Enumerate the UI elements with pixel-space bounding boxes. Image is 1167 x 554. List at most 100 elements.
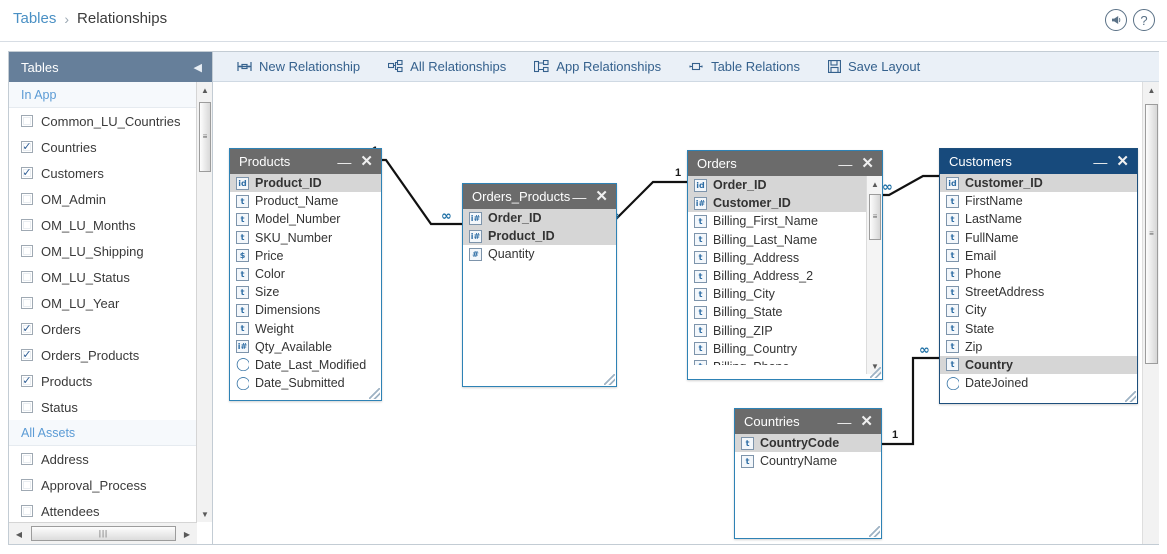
checkbox[interactable]: ✓ — [21, 141, 33, 153]
field-row[interactable]: t Zip — [940, 338, 1137, 356]
sidebar-item-approval-process[interactable]: Approval_Process — [9, 472, 197, 498]
field-row[interactable]: t Country — [940, 355, 1137, 375]
checkbox[interactable] — [21, 115, 33, 127]
sidebar-item-om-lu-months[interactable]: OM_LU_Months — [9, 212, 197, 238]
field-row[interactable]: t FullName — [940, 229, 1137, 247]
sidebar-item-address[interactable]: Address — [9, 446, 197, 472]
field-row[interactable]: t Billing_First_Name — [688, 212, 882, 230]
field-row[interactable]: ◯ Date_Submitted — [230, 374, 381, 392]
field-row[interactable]: t Billing_State — [688, 303, 882, 321]
checkbox[interactable] — [21, 505, 33, 517]
entity-header[interactable]: Orders — ✕ — [688, 151, 882, 176]
sidebar-hscroll-thumb[interactable]: ||| — [31, 526, 176, 541]
help-icon[interactable]: ? — [1133, 9, 1155, 31]
resize-handle[interactable] — [369, 388, 380, 399]
checkbox[interactable] — [21, 479, 33, 491]
field-row[interactable]: t Size — [230, 283, 381, 301]
breadcrumb-tables-link[interactable]: Tables — [13, 10, 56, 27]
checkbox[interactable] — [21, 297, 33, 309]
field-row[interactable]: ◯ Date_Last_Modified — [230, 356, 381, 374]
sidebar-item-om-lu-year[interactable]: OM_LU_Year — [9, 290, 197, 316]
sidebar-item-attendees[interactable]: Attendees — [9, 498, 197, 522]
close-icon[interactable]: ✕ — [861, 156, 874, 171]
field-row[interactable]: t CountryName — [735, 452, 881, 470]
resize-handle[interactable] — [870, 367, 881, 378]
field-row[interactable]: i# Product_ID — [463, 227, 616, 246]
checkbox[interactable] — [21, 401, 33, 413]
sidebar-item-om-lu-status[interactable]: OM_LU_Status — [9, 264, 197, 290]
entity-header[interactable]: Customers — ✕ — [940, 149, 1137, 174]
relationship-canvas[interactable]: 1 ∞ ∞ 1 ∞ 1 1 ∞ Products — ✕ idProduct_I… — [213, 82, 1159, 544]
announcements-icon[interactable] — [1105, 9, 1127, 31]
field-row[interactable]: t Phone — [940, 265, 1137, 283]
entity-header[interactable]: Orders_Products — ✕ — [463, 184, 616, 209]
field-row[interactable]: t Billing_Address_2 — [688, 267, 882, 285]
entity-scrollbar[interactable]: ▲ ≡ ▼ — [866, 176, 882, 374]
checkbox[interactable] — [21, 219, 33, 231]
close-icon[interactable]: ✕ — [595, 189, 608, 204]
close-icon[interactable]: ✕ — [860, 414, 873, 429]
field-row[interactable]: i# Customer_ID — [688, 194, 882, 213]
all-relationships-button[interactable]: All Relationships — [388, 59, 506, 74]
checkbox[interactable] — [21, 453, 33, 465]
field-row[interactable]: t Email — [940, 247, 1137, 265]
field-row[interactable]: t Billing_Last_Name — [688, 231, 882, 249]
checkbox[interactable]: ✓ — [21, 323, 33, 335]
sidebar-item-customers[interactable]: ✓ Customers — [9, 160, 197, 186]
checkbox[interactable] — [21, 193, 33, 205]
new-relationship-button[interactable]: New Relationship — [237, 59, 360, 74]
field-row[interactable]: t FirstName — [940, 192, 1137, 210]
close-icon[interactable]: ✕ — [1116, 154, 1129, 169]
sidebar-item-status[interactable]: Status — [9, 394, 197, 420]
field-row[interactable]: t LastName — [940, 210, 1137, 228]
checkbox[interactable]: ✓ — [21, 167, 33, 179]
canvas-vertical-scrollbar[interactable]: ▲ ≡ — [1142, 82, 1159, 544]
sidebar-collapse-icon[interactable]: ◀ — [190, 61, 206, 74]
minimize-icon[interactable]: — — [838, 157, 852, 171]
entity-header[interactable]: Countries — ✕ — [735, 409, 881, 434]
close-icon[interactable]: ✕ — [360, 154, 373, 169]
field-row[interactable]: t City — [940, 301, 1137, 319]
sidebar-item-common-lu-countries[interactable]: Common_LU_Countries — [9, 108, 197, 134]
field-row[interactable]: t StreetAddress — [940, 283, 1137, 301]
canvas-scroll-thumb[interactable]: ≡ — [1145, 104, 1158, 364]
save-layout-button[interactable]: Save Layout — [827, 59, 920, 74]
field-row[interactable]: t Model_Number — [230, 210, 381, 228]
scroll-right-icon[interactable]: ▶ — [179, 526, 195, 542]
field-row[interactable]: t CountryCode — [735, 434, 881, 453]
field-row[interactable]: t SKU_Number — [230, 229, 381, 247]
checkbox[interactable] — [21, 271, 33, 283]
minimize-icon[interactable]: — — [572, 190, 586, 204]
resize-handle[interactable] — [1125, 391, 1136, 402]
checkbox[interactable] — [21, 245, 33, 257]
scroll-down-icon[interactable]: ▼ — [197, 506, 213, 522]
sidebar-scroll-thumb[interactable]: ≡ — [199, 102, 211, 172]
field-row[interactable]: t Billing_ZIP — [688, 322, 882, 340]
field-row[interactable]: t Billing_Address — [688, 249, 882, 267]
resize-handle[interactable] — [869, 526, 880, 537]
resize-handle[interactable] — [604, 374, 615, 385]
scroll-left-icon[interactable]: ◀ — [11, 526, 27, 542]
entity-orders[interactable]: Orders — ✕ id Order_ID i# Customer_ID t Bil… — [687, 150, 883, 380]
sidebar-item-om-admin[interactable]: OM_Admin — [9, 186, 197, 212]
field-row[interactable]: id Product_ID — [230, 174, 381, 193]
table-relations-button[interactable]: Table Relations — [689, 59, 800, 74]
sidebar-horizontal-scrollbar[interactable]: ◀ ||| ▶ — [9, 522, 197, 544]
field-row[interactable]: i# Qty_Available — [230, 338, 381, 356]
sidebar-item-countries[interactable]: ✓ Countries — [9, 134, 197, 160]
entity-countries[interactable]: Countries — ✕ t CountryCode t CountryName — [734, 408, 882, 539]
sidebar-item-products[interactable]: ✓ Products — [9, 368, 197, 394]
field-row[interactable]: id Customer_ID — [940, 174, 1137, 193]
entity-customers[interactable]: Customers — ✕ id Customer_ID t FirstName t… — [939, 148, 1138, 404]
field-row[interactable]: ◯ DateJoined — [940, 374, 1137, 392]
scroll-up-icon[interactable]: ▲ — [197, 82, 213, 98]
field-row[interactable]: t State — [940, 320, 1137, 338]
field-row[interactable]: t Billing_City — [688, 285, 882, 303]
minimize-icon[interactable]: — — [337, 155, 351, 169]
minimize-icon[interactable]: — — [837, 415, 851, 429]
field-row[interactable]: t Billing_Phone — [688, 358, 882, 365]
entity-header[interactable]: Products — ✕ — [230, 149, 381, 174]
field-row[interactable]: id Order_ID — [688, 176, 882, 195]
scroll-up-icon[interactable]: ▲ — [1143, 82, 1159, 98]
sidebar-item-om-lu-shipping[interactable]: OM_LU_Shipping — [9, 238, 197, 264]
